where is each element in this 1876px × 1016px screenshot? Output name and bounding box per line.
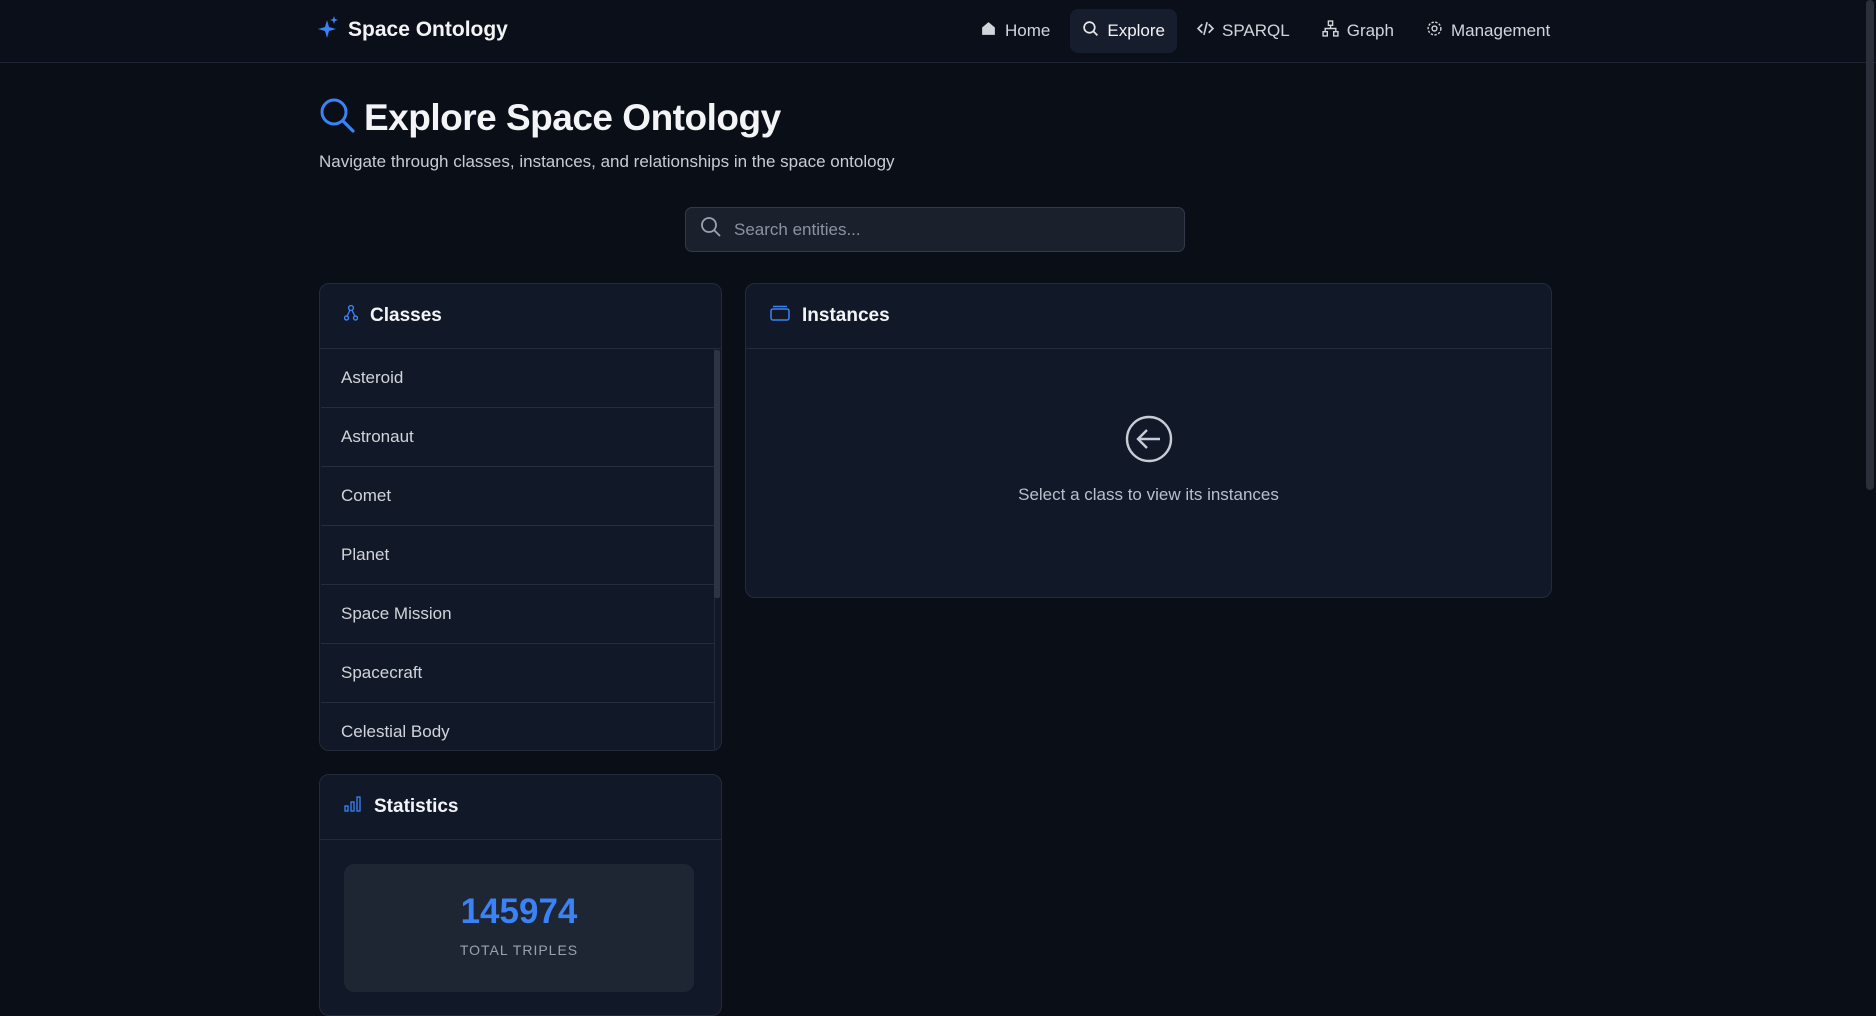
search-icon	[1082, 20, 1099, 42]
list-item[interactable]: Comet	[321, 467, 714, 526]
instances-panel: Instances Select a class to view its ins…	[745, 283, 1552, 598]
graph-icon	[1322, 20, 1339, 42]
home-icon	[980, 20, 997, 42]
nav-graph-label: Graph	[1346, 21, 1394, 40]
instances-empty-state: Select a class to view its instances	[746, 414, 1551, 505]
search-icon	[686, 216, 722, 243]
instances-header: Instances	[746, 284, 1551, 349]
page-heading: Explore Space Ontology	[364, 96, 781, 138]
nav-home-label: Home	[1005, 21, 1051, 40]
folder-icon	[770, 305, 790, 327]
page-scrollbar[interactable]	[1866, 0, 1874, 490]
list-item[interactable]: Celestial Body	[321, 703, 714, 749]
class-label: Asteroid	[341, 368, 404, 387]
sparkles-icon	[318, 16, 338, 43]
class-label: Comet	[341, 486, 392, 505]
code-icon	[1196, 20, 1215, 42]
class-label: Space Mission	[341, 604, 452, 623]
page-subtitle: Navigate through classes, instances, and…	[319, 152, 895, 171]
total-triples-label: TOTAL TRIPLES	[459, 942, 579, 958]
class-label: Spacecraft	[341, 663, 423, 682]
nav-home[interactable]: Home	[968, 9, 1062, 53]
statistics-title: Statistics	[374, 796, 459, 817]
search-bar	[685, 207, 1185, 252]
nav-management[interactable]: Management	[1414, 9, 1562, 53]
classes-header: Classes	[320, 284, 721, 349]
total-triples-value: 145974	[460, 892, 578, 931]
bar-chart-icon	[344, 796, 362, 818]
class-list-scrollbar[interactable]	[714, 350, 720, 598]
nav-sparql[interactable]: SPARQL	[1185, 9, 1302, 53]
brand-name: Space Ontology	[348, 17, 508, 41]
class-label: Celestial Body	[341, 722, 450, 741]
classes-panel: Classes Asteroid Astronaut Comet Planet …	[319, 283, 722, 751]
nav-explore-label: Explore	[1107, 21, 1165, 40]
brand[interactable]: Space Ontology	[318, 16, 508, 43]
class-label: Planet	[341, 545, 390, 564]
statistics-header: Statistics	[320, 775, 721, 840]
class-label: Astronaut	[341, 427, 414, 446]
list-item[interactable]: Space Mission	[321, 585, 714, 644]
main-nav: Home Explore SPARQL Graph Management	[968, 9, 1562, 53]
instances-title: Instances	[802, 305, 890, 326]
nav-graph[interactable]: Graph	[1310, 9, 1406, 53]
statistics-panel: Statistics 145974 TOTAL TRIPLES	[319, 774, 722, 1016]
search-input[interactable]	[722, 218, 1184, 241]
search-icon	[318, 96, 356, 139]
nav-management-label: Management	[1450, 21, 1551, 40]
page-title: Explore Space Ontology	[318, 96, 781, 139]
class-list[interactable]: Asteroid Astronaut Comet Planet Space Mi…	[321, 349, 715, 749]
list-item[interactable]: Planet	[321, 526, 714, 585]
nav-sparql-label: SPARQL	[1222, 21, 1290, 40]
arrow-left-circle-icon	[1124, 415, 1174, 468]
classes-title: Classes	[370, 305, 442, 326]
list-item[interactable]: Spacecraft	[321, 644, 714, 703]
list-item[interactable]: Astronaut	[321, 408, 714, 467]
gear-icon	[1426, 20, 1443, 42]
top-navbar: Space Ontology Home Explore SPARQL Graph	[0, 0, 1876, 63]
empty-message: Select a class to view its instances	[1018, 485, 1279, 504]
nav-explore[interactable]: Explore	[1070, 9, 1177, 53]
total-triples-card: 145974 TOTAL TRIPLES	[344, 864, 694, 992]
hierarchy-icon	[343, 304, 359, 327]
list-item[interactable]: Asteroid	[321, 349, 714, 408]
